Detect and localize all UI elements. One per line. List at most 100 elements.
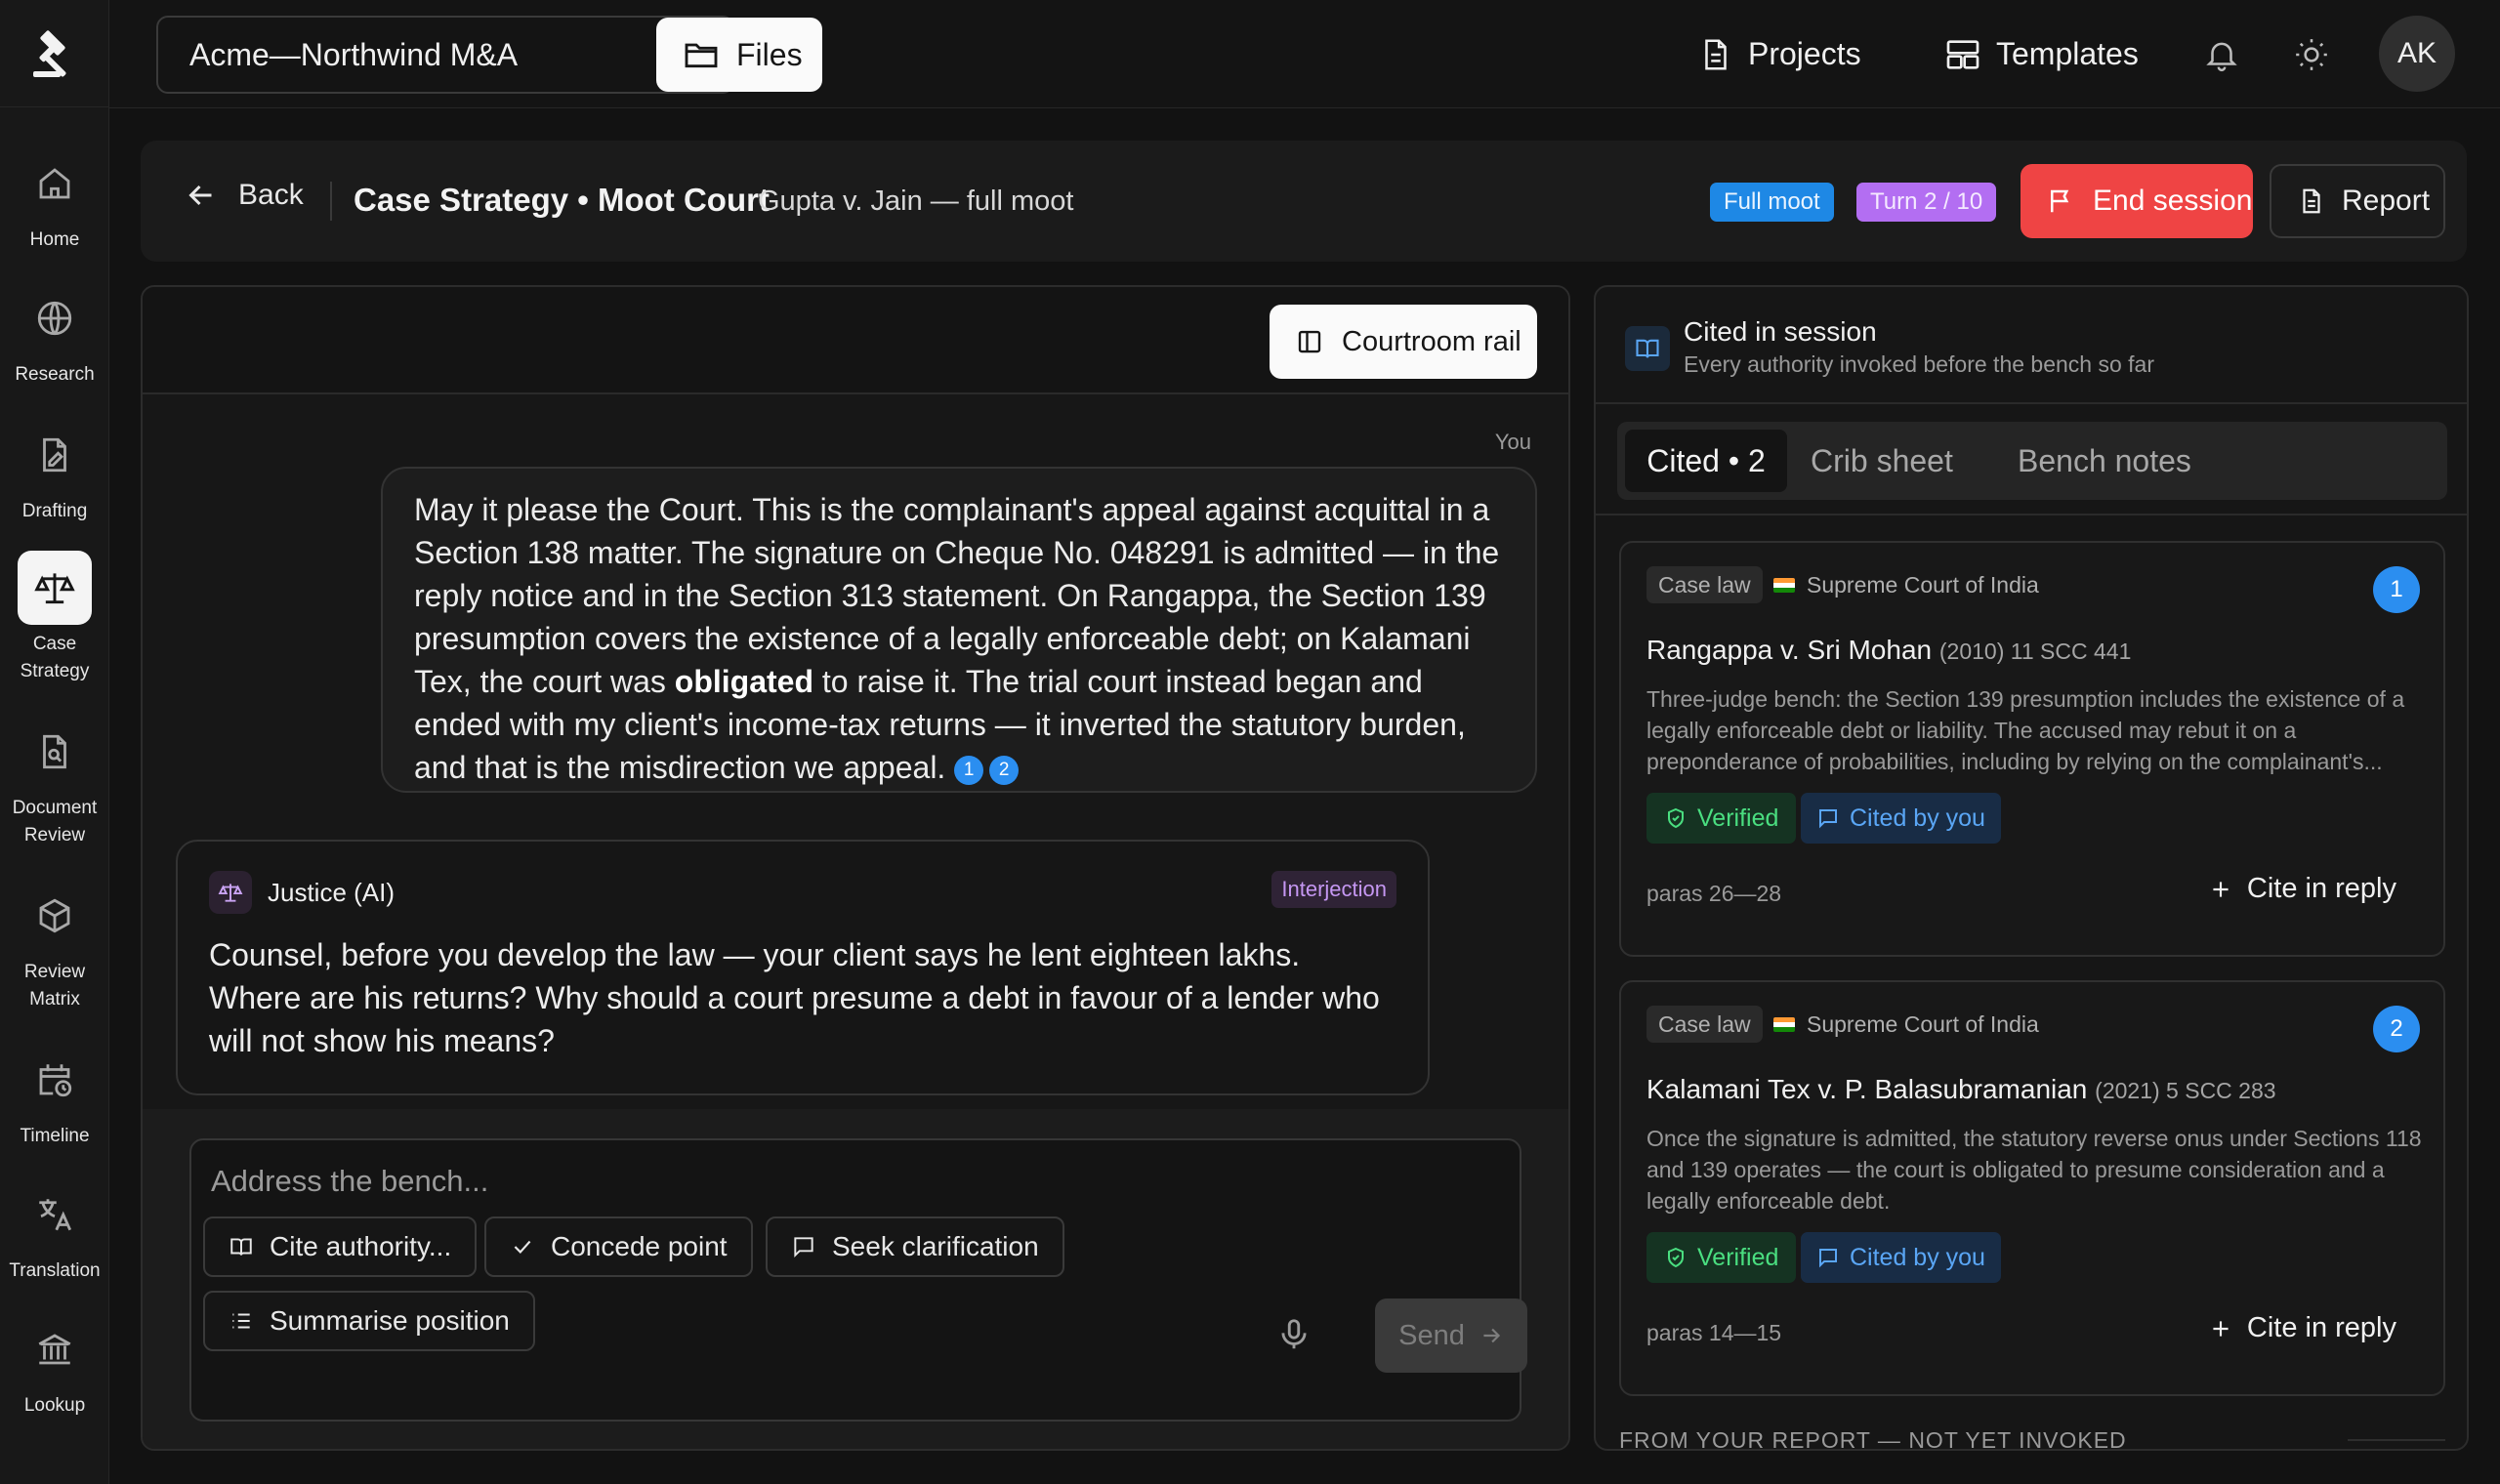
back-label: Back (238, 179, 304, 211)
shield-check-icon (1668, 1247, 1684, 1268)
arrow-left-icon (188, 185, 212, 206)
page-title: Case Strategy • Moot Court (354, 182, 770, 218)
chip-label: Concede point (551, 1231, 728, 1261)
end-session-button[interactable]: End session (2021, 164, 2253, 238)
citation-marker[interactable]: 2 (989, 756, 1020, 785)
shield-check-icon (1668, 807, 1684, 829)
sidebar-item-review-matrix[interactable]: Review Matrix (0, 879, 109, 1013)
authority-type-tag: Case law (1646, 566, 1763, 603)
cite-in-reply-label: Cite in reply (2246, 873, 2396, 904)
workspace-selector[interactable]: Acme—Northwind M&A (156, 16, 734, 94)
sun-icon (2296, 38, 2327, 70)
scales-icon (209, 871, 252, 914)
ai-message: Justice (AI) Interjection Counsel, befor… (176, 840, 1430, 1095)
cited-panel-header: Cited in session Every authority invoked… (1596, 287, 2467, 404)
cited-panel: Cited in session Every authority invoked… (1594, 285, 2469, 1451)
cube-icon (18, 879, 92, 953)
sidebar-item-case-strategy[interactable]: Case Strategy (0, 551, 109, 685)
flag-icon (2051, 189, 2069, 213)
report-label: Report (2342, 185, 2431, 217)
document-search-icon (18, 715, 92, 789)
message-text: Counsel, before you develop the law — yo… (209, 937, 1380, 1058)
seek-clarification-chip[interactable]: Seek clarification (766, 1216, 1064, 1277)
document-icon (2303, 188, 2320, 214)
back-button[interactable]: Back (184, 178, 304, 213)
tab-cited[interactable]: Cited • 2 (1625, 430, 1787, 492)
tab-bench-notes[interactable]: Bench notes (2018, 430, 2191, 492)
message-emphasis: obligated (674, 664, 813, 699)
turn-badge: Turn 2 / 10 (1856, 183, 1997, 222)
composer-input[interactable]: Address the bench... (211, 1164, 488, 1199)
report-button[interactable]: Report (2270, 164, 2445, 238)
sidebar-item-label: Review Matrix (23, 962, 86, 1010)
cite-in-reply-button[interactable]: Cite in reply (2208, 1312, 2396, 1344)
plus-icon (2213, 881, 2229, 897)
ai-message-header: Justice (AI) (209, 871, 1396, 914)
avatar[interactable]: AK (2379, 16, 2455, 92)
translate-icon (18, 1177, 92, 1252)
divider (1596, 514, 2467, 515)
sidebar-item-home[interactable]: Home (0, 146, 109, 254)
authority-type-tag: Case law (1646, 1006, 1763, 1043)
court-name: Supreme Court of India (1807, 1011, 2039, 1037)
mode-badge: Full moot (1710, 183, 1834, 222)
verified-label: Verified (1697, 804, 1779, 832)
send-button[interactable]: Send (1375, 1298, 1527, 1373)
app-logo[interactable] (0, 0, 108, 107)
check-icon (514, 1240, 531, 1254)
sender-label: You (1494, 430, 1531, 454)
paragraph-reference: paras 26—28 (1646, 881, 1782, 906)
authority-card[interactable]: Case law Supreme Court of India 2 Kalama… (1619, 980, 2445, 1396)
projects-link[interactable]: Projects (1697, 0, 1861, 108)
cite-in-reply-button[interactable]: Cite in reply (2208, 873, 2396, 905)
sidebar-item-lookup[interactable]: Lookup (0, 1312, 109, 1420)
cited-panel-subtitle: Every authority invoked before the bench… (1684, 351, 2155, 377)
authority-card[interactable]: Case law Supreme Court of India 1 Rangap… (1619, 541, 2445, 957)
case-title[interactable]: Kalamani Tex v. P. Balasubramanian (2021… (1646, 1074, 2276, 1105)
cited-by-you-label: Cited by you (1850, 804, 1985, 832)
summarise-position-chip[interactable]: Summarise position (203, 1291, 535, 1351)
cited-by-you-badge: Cited by you (1801, 793, 2001, 844)
cite-in-reply-label: Cite in reply (2246, 1312, 2396, 1343)
bank-icon (18, 1312, 92, 1386)
list-icon (232, 1313, 250, 1329)
sidebar-item-drafting[interactable]: Drafting (0, 418, 109, 525)
session-header: Back Case Strategy • Moot Court Gupta v.… (141, 141, 2467, 262)
cite-authority-chip[interactable]: Cite authority... (203, 1216, 478, 1277)
sidebar-item-research[interactable]: Research (0, 281, 109, 389)
case-summary: Three-judge bench: the Section 139 presu… (1646, 686, 2405, 774)
sidebar-item-document-review[interactable]: Document Review (0, 715, 109, 849)
files-button[interactable]: Files (656, 18, 822, 92)
court-label: Supreme Court of India (1773, 572, 2039, 598)
tab-crib-sheet[interactable]: Crib sheet (1811, 430, 1953, 492)
cited-panel-title: Cited in session (1684, 316, 1877, 347)
gavel-logo-icon (32, 29, 65, 77)
bell-icon (2206, 42, 2237, 71)
send-label: Send (1398, 1319, 1465, 1351)
concede-point-chip[interactable]: Concede point (484, 1216, 753, 1277)
message-square-icon (1819, 1249, 1837, 1268)
composer[interactable]: Address the bench... Cite authority... C… (189, 1138, 1527, 1422)
composer-area: Address the bench... Cite authority... C… (143, 1109, 1568, 1449)
courtroom-rail-button[interactable]: Courtroom rail (1270, 305, 1537, 379)
sidebar-item-timeline[interactable]: Timeline (0, 1043, 109, 1150)
case-citation: (2010) 11 SCC 441 (1938, 639, 2132, 664)
sidebar-item-translation[interactable]: Translation (0, 1177, 109, 1285)
calendar-clock-icon (18, 1043, 92, 1117)
sidebar-item-label: Lookup (23, 1395, 86, 1416)
theme-toggle[interactable] (2293, 0, 2330, 108)
sidebar-item-label: Drafting (21, 501, 88, 521)
panel-icon (1298, 330, 1321, 353)
notifications-button[interactable] (2203, 0, 2240, 108)
top-bar: Acme—Northwind M&A Files Projects Templa… (109, 0, 2500, 108)
book-open-icon (230, 1238, 252, 1256)
document-icon (1705, 38, 1727, 70)
message-square-icon (794, 1237, 813, 1258)
microphone-button[interactable] (1275, 1316, 1312, 1353)
citation-marker[interactable]: 1 (954, 756, 984, 785)
case-title[interactable]: Rangappa v. Sri Mohan (2010) 11 SCC 441 (1646, 635, 2131, 666)
templates-link[interactable]: Templates (1943, 0, 2139, 108)
citation-number: 2 (2373, 1006, 2420, 1052)
india-flag-icon (1773, 1017, 1795, 1032)
arrow-right-icon (1483, 1328, 1500, 1343)
